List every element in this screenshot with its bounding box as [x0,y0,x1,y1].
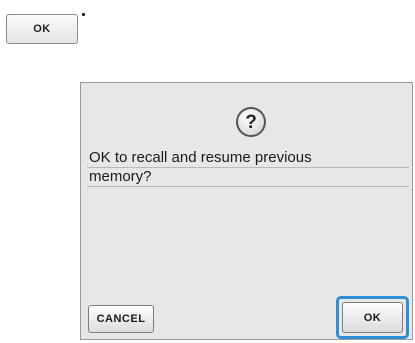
message-line: OK to recall and resume previous [87,149,409,168]
question-icon: ? [236,107,266,137]
resume-memory-dialog: ? OK to recall and resume previous memor… [80,82,413,340]
message-line: memory? [87,168,409,187]
bullet-mark [82,13,85,16]
screen: OK ? OK to recall and resume previous me… [0,0,415,343]
ok-key-reference[interactable]: OK [6,14,78,44]
ok-button[interactable]: OK [342,302,403,333]
dialog-message: OK to recall and resume previous memory? [87,149,409,187]
cancel-button[interactable]: CANCEL [88,305,154,333]
